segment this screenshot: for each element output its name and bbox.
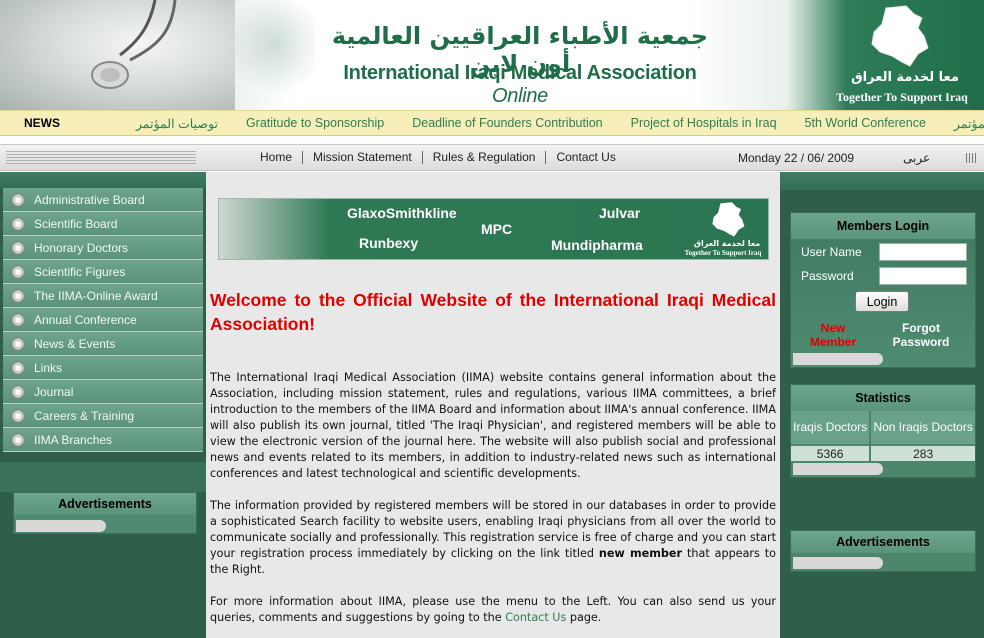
- sidebar-item-administrative-board[interactable]: Administrative Board: [3, 188, 203, 212]
- bullet-icon: [11, 360, 25, 375]
- grip-decoration: [6, 151, 196, 165]
- iraqi-doctors-count: 5366: [791, 444, 870, 461]
- sidebar-item-label: Journal: [34, 384, 74, 399]
- right-ads-title: Advertisements: [791, 531, 975, 553]
- top-navigation: Home Mission Statement Rules & Regulatio…: [0, 144, 984, 171]
- bullet-icon: [11, 288, 25, 303]
- sidebar-item-label: Honorary Doctors: [34, 240, 129, 255]
- site-title-english: International Iraqi Medical Association …: [330, 62, 710, 108]
- sidebar-menu: Administrative Board Scientific Board Ho…: [3, 188, 203, 452]
- sponsor-name: GlaxoSmithkline: [347, 205, 457, 221]
- sidebar-item-label: Careers & Training: [34, 408, 135, 423]
- login-button[interactable]: Login: [855, 291, 909, 312]
- username-input[interactable]: [879, 243, 967, 261]
- username-label: User Name: [801, 245, 862, 259]
- sidebar-item-news-events[interactable]: News & Events: [3, 332, 203, 356]
- contact-paragraph: For more information about IIMA, please …: [210, 595, 776, 624]
- bars-icon: [966, 153, 976, 163]
- non-iraqi-doctors-count: 283: [871, 444, 975, 461]
- welcome-heading: Welcome to the Official Website of the I…: [210, 290, 776, 334]
- sidebar-item-label: IIMA Branches: [34, 432, 113, 447]
- bullet-icon: [11, 336, 25, 351]
- sidebar-item-label: Annual Conference: [34, 312, 137, 327]
- new-member-link[interactable]: New Member: [805, 321, 861, 349]
- sidebar-item-label: Scientific Board: [34, 216, 118, 231]
- sponsor-caption-arabic: معا لخدمة العراق: [693, 239, 761, 248]
- left-advertisements-box: Advertisements: [13, 492, 197, 534]
- news-item[interactable]: Gratitude to Sponsorship: [246, 116, 384, 131]
- iraq-map-icon: [712, 202, 745, 237]
- bullet-icon: [11, 432, 25, 447]
- news-item[interactable]: Deadline of Founders Contribution: [412, 116, 602, 131]
- right-advertisements-box: Advertisements: [790, 530, 976, 572]
- sidebar-item-label: Scientific Figures: [34, 264, 126, 279]
- sidebar-item-links[interactable]: Links: [3, 356, 203, 380]
- header-banner: جمعية الأطباء العراقيين العالمية أون لاي…: [0, 0, 984, 110]
- sidebar-item-scientific-figures[interactable]: Scientific Figures: [3, 260, 203, 284]
- sidebar-item-label: Links: [34, 360, 63, 375]
- registration-paragraph: The information provided by registered m…: [210, 499, 777, 576]
- forgot-password-link[interactable]: Forgot Password: [881, 321, 961, 349]
- sponsor-name: MPC: [481, 221, 513, 237]
- news-item[interactable]: Project of Hospitals in Iraq: [631, 116, 777, 131]
- bullet-icon: [11, 312, 25, 327]
- sponsor-name: Julvar: [599, 205, 641, 221]
- news-item[interactable]: ج المؤتمر: [954, 116, 984, 131]
- sponsors-banner[interactable]: GlaxoSmithkline MPC Julvar Runbexy Mundi…: [218, 198, 769, 260]
- sponsor-name: Runbexy: [359, 235, 419, 251]
- nav-home[interactable]: Home: [250, 151, 304, 164]
- bullet-icon: [11, 240, 25, 255]
- news-item[interactable]: 5th World Conference: [805, 116, 926, 131]
- bullet-icon: [11, 264, 25, 279]
- sidebar-item-label: The IIMA-Online Award: [34, 288, 158, 303]
- sponsor-name: Mundipharma: [551, 237, 643, 253]
- sidebar-item-journal[interactable]: Journal: [3, 380, 203, 404]
- statistics-table: Iraqis Doctors Non Iraqis Doctors 5366 2…: [791, 411, 975, 461]
- new-member-text: new member: [598, 547, 683, 560]
- main-content: GlaxoSmithkline MPC Julvar Runbexy Mundi…: [206, 172, 780, 638]
- slogan-arabic: معا لخدمة العراق: [851, 70, 959, 85]
- sponsor-caption-english: Together To Support Iraq: [684, 249, 762, 257]
- sidebar-item-label: Administrative Board: [34, 192, 145, 207]
- current-date: Monday 22 / 06/ 2009: [738, 151, 855, 165]
- sidebar-item-scientific-board[interactable]: Scientific Board: [3, 212, 203, 236]
- site-title-english-main: International Iraqi Medical Association: [343, 62, 697, 84]
- nav-contact-us[interactable]: Contact Us: [546, 151, 625, 164]
- bullet-icon: [11, 216, 25, 231]
- slogan-english: Together To Support Iraq: [836, 90, 968, 104]
- statistics-title: Statistics: [791, 385, 975, 411]
- members-login-box: Members Login User Name Password Login N…: [790, 212, 976, 368]
- bullet-icon: [11, 192, 25, 207]
- sidebar-item-label: News & Events: [34, 336, 116, 351]
- news-ticker: NEWS توصيات المؤتمر Gratitude to Sponsor…: [0, 110, 984, 136]
- news-label: NEWS: [24, 116, 60, 130]
- iraqi-doctors-header: Iraqis Doctors: [791, 411, 870, 445]
- sidebar-item-careers-training[interactable]: Careers & Training: [3, 404, 203, 428]
- site-title-english-suffix: Online: [491, 85, 548, 107]
- login-title: Members Login: [791, 213, 975, 239]
- sidebar-item-annual-conference[interactable]: Annual Conference: [3, 308, 203, 332]
- nav-mission-statement[interactable]: Mission Statement: [303, 151, 423, 164]
- left-sidebar: Administrative Board Scientific Board Ho…: [0, 172, 206, 638]
- right-sidebar: Members Login User Name Password Login N…: [780, 172, 984, 638]
- stethoscope-image: [91, 0, 177, 89]
- nav-rules-regulation[interactable]: Rules & Regulation: [423, 151, 547, 164]
- non-iraqi-doctors-header: Non Iraqis Doctors: [871, 411, 975, 445]
- password-label: Password: [801, 269, 854, 283]
- intro-paragraph: The International Iraqi Medical Associat…: [210, 371, 776, 480]
- sidebar-item-iima-branches[interactable]: IIMA Branches: [3, 428, 203, 452]
- left-ads-title: Advertisements: [14, 493, 196, 515]
- news-item[interactable]: توصيات المؤتمر: [136, 116, 218, 131]
- iraq-map-icon: [871, 5, 929, 67]
- contact-us-link[interactable]: Contact Us: [505, 611, 566, 624]
- bullet-icon: [11, 408, 25, 423]
- bullet-icon: [11, 384, 25, 399]
- sidebar-item-award[interactable]: The IIMA-Online Award: [3, 284, 203, 308]
- password-input[interactable]: [879, 267, 967, 285]
- palm-tree-decoration: [235, 0, 315, 110]
- sidebar-item-honorary-doctors[interactable]: Honorary Doctors: [3, 236, 203, 260]
- statistics-box: Statistics Iraqis Doctors Non Iraqis Doc…: [790, 384, 976, 478]
- arabic-language-link[interactable]: عربى: [903, 151, 930, 165]
